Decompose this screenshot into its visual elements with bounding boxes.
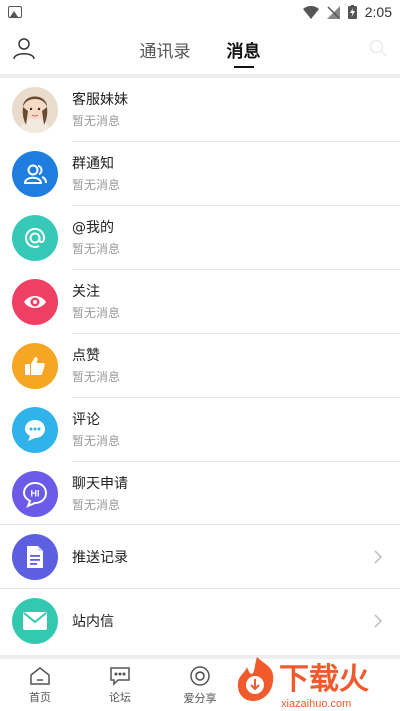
- message-title: 聊天申请: [72, 476, 128, 492]
- message-subtitle: 暂无消息: [72, 177, 121, 192]
- message-subtitle: 暂无消息: [72, 498, 121, 512]
- message-item-like[interactable]: 点赞 暂无消息: [0, 334, 400, 398]
- message-item-group-notice[interactable]: 群通知 暂无消息: [0, 142, 400, 206]
- site-mail-row[interactable]: 站内信: [0, 589, 400, 653]
- watermark-url: xiazaihuo.com: [281, 698, 351, 710]
- profile-icon[interactable]: [12, 36, 36, 64]
- tab-contacts[interactable]: 通讯录: [140, 24, 191, 74]
- message-title: 关注: [72, 283, 100, 300]
- nav-home-label: 首页: [29, 690, 51, 704]
- chevron-right-icon: [374, 549, 382, 564]
- message-item-comment[interactable]: 评论 暂无消息: [0, 398, 400, 462]
- group-icon: [12, 151, 58, 197]
- share-icon: [190, 665, 210, 686]
- document-icon: [12, 533, 58, 580]
- chat-hi-text: HI: [31, 489, 40, 499]
- wifi-icon: [302, 5, 319, 19]
- gallery-notification-icon: [8, 6, 22, 18]
- message-item-follow[interactable]: 关注 暂无消息: [0, 270, 400, 334]
- thumbs-up-icon: [12, 343, 58, 389]
- status-bar: 2:05: [0, 0, 400, 24]
- forum-icon: [110, 666, 130, 686]
- comment-icon: [12, 407, 58, 453]
- message-item-at-me[interactable]: @我的 暂无消息: [0, 206, 400, 270]
- at-icon: [12, 215, 58, 261]
- message-title: 群通知: [72, 155, 114, 172]
- nav-forum-label: 论坛: [109, 690, 131, 704]
- message-item-customer-service[interactable]: 客服妹妹 暂无消息: [0, 78, 400, 142]
- message-subtitle: 暂无消息: [72, 113, 121, 128]
- eye-icon: [12, 279, 58, 325]
- message-list: 客服妹妹 暂无消息 群通知 暂无消息 @我的 暂无消息 关注 暂无消息 点赞 暂…: [0, 78, 400, 526]
- tab-messages[interactable]: 消息: [227, 24, 261, 74]
- push-records-row[interactable]: 推送记录: [0, 525, 400, 589]
- nav-share[interactable]: 爱分享: [160, 659, 240, 711]
- chevron-right-icon: [374, 614, 382, 628]
- header-tabs: 通讯录 消息: [140, 24, 261, 74]
- battery-charging-icon: [347, 5, 357, 19]
- nav-home[interactable]: 首页: [0, 659, 80, 711]
- signal-off-icon: [326, 5, 340, 19]
- mail-icon: [12, 598, 58, 644]
- message-subtitle: 暂无消息: [72, 369, 121, 384]
- watermark-logo: 下载火 xiazaihuo.com: [237, 657, 369, 710]
- push-records-label: 推送记录: [72, 549, 128, 566]
- site-mail-label: 站内信: [72, 614, 114, 630]
- nav-share-label: 爱分享: [183, 691, 217, 705]
- top-header: 通讯录 消息: [0, 24, 400, 74]
- extra-list: 推送记录 站内信: [0, 525, 400, 653]
- message-title: 评论: [72, 411, 100, 428]
- message-title: 客服妹妹: [72, 91, 128, 108]
- watermark-text: 下载火: [279, 662, 369, 697]
- message-item-chat-request[interactable]: HI 聊天申请 暂无消息: [0, 462, 400, 526]
- home-icon: [30, 666, 50, 685]
- status-time: 2:05: [364, 4, 392, 20]
- customer-service-avatar: [12, 87, 58, 133]
- message-subtitle: 暂无消息: [72, 305, 121, 320]
- status-icons: 2:05: [302, 4, 392, 20]
- message-subtitle: 暂无消息: [72, 241, 121, 256]
- message-title: 点赞: [72, 347, 100, 364]
- chat-hi-icon: HI: [12, 471, 58, 517]
- message-subtitle: 暂无消息: [72, 433, 121, 448]
- message-title: @我的: [72, 219, 114, 236]
- search-icon[interactable]: [368, 38, 388, 62]
- nav-forum[interactable]: 论坛: [80, 659, 160, 711]
